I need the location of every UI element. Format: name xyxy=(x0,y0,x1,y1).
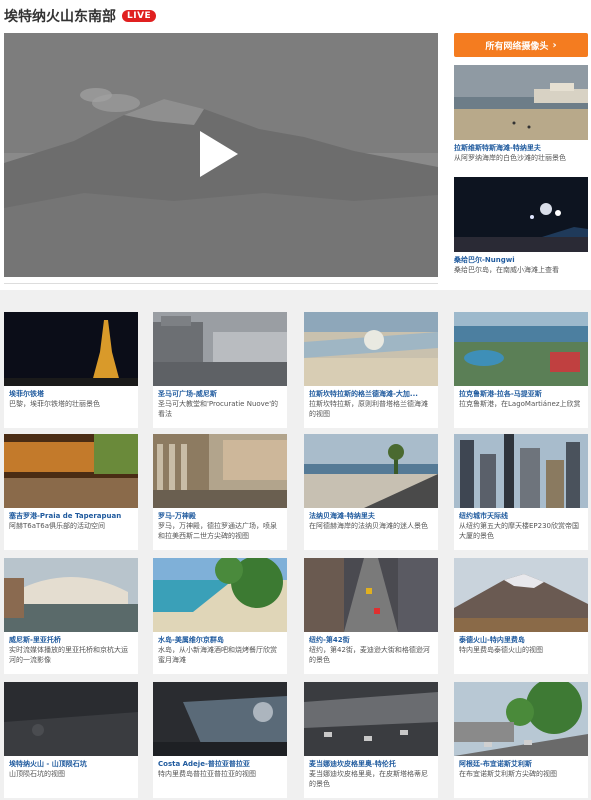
cam-card[interactable]: 阿根廷-布宜诺斯艾利斯 在布宜诺斯艾利斯方尖碑的视图 xyxy=(454,682,588,798)
cam-description: 巴黎，埃菲尔铁塔的壮丽景色 xyxy=(9,400,100,408)
video-player[interactable] xyxy=(4,33,438,277)
live-badge: LIVE xyxy=(122,10,157,22)
cam-description: 水岛，从小新海滩酒吧和烧烤餐厅欣赏蜜月海滩 xyxy=(158,646,277,664)
cam-card[interactable]: Costa Adeje-普拉亚普拉亚 特内里费岛普拉亚普拉亚的视图 xyxy=(153,682,287,798)
cam-description: 桑给巴尔岛，在南威小海滩上查看 xyxy=(454,266,559,274)
cam-thumbnail[interactable] xyxy=(454,434,588,508)
cam-thumbnail[interactable] xyxy=(454,312,588,386)
all-webcams-label: 所有网络摄像头 xyxy=(485,41,549,52)
cam-card[interactable]: 拉斯坎特拉斯的格兰德海滩-大加... 拉斯坎特拉斯，原则利普塔格兰德海滩的视图 xyxy=(304,312,438,428)
cam-thumbnail[interactable] xyxy=(4,434,138,508)
cam-card[interactable]: 麦当娜迪坎皮格里奥-特伦托 麦当娜迪坎皮格里奥，在皮斯塔格蒂尼的景色 xyxy=(304,682,438,798)
cam-card[interactable]: 水岛-美属维尔京群岛 水岛，从小新海滩酒吧和烧烤餐厅欣赏蜜月海滩 xyxy=(153,558,287,674)
cam-card[interactable]: 纽约-第42街 纽约，第42街，麦迪逊大街和格德逊河的景色 xyxy=(304,558,438,674)
all-webcams-button[interactable]: 所有网络摄像头 › xyxy=(454,33,588,57)
cam-description: 圣马可大教堂和'Procuratie Nuove'的看法 xyxy=(158,400,279,418)
cam-description: 从阿罗纳海岸的白色沙滩的壮丽景色 xyxy=(454,154,566,162)
divider xyxy=(4,283,438,284)
cam-name[interactable]: 拉斯维斯特斯海滩-特纳里夫 xyxy=(454,143,588,153)
cam-thumbnail[interactable] xyxy=(4,682,138,756)
cam-thumbnail[interactable] xyxy=(454,65,588,140)
cam-name[interactable]: 纽约城市天际线 xyxy=(454,508,588,521)
cam-name[interactable]: 埃菲尔铁塔 xyxy=(4,386,138,399)
cam-thumbnail[interactable] xyxy=(454,177,588,252)
cam-description: 罗马，万神殿，德拉罗通达广场，喷泉和拉美西斯二世方尖碑的视图 xyxy=(158,522,277,540)
cam-thumbnail[interactable] xyxy=(4,312,138,386)
cam-description: 实时流媒体播放的里亚托桥和京杭大运河的一流影像 xyxy=(9,646,128,664)
cam-thumbnail[interactable] xyxy=(454,558,588,632)
cam-description: 在阿德赫海岸的法纳贝海滩的迷人景色 xyxy=(309,522,428,530)
chevron-right-icon: › xyxy=(552,39,557,51)
cam-name[interactable]: 圣马可广场-威尼斯 xyxy=(153,386,287,399)
cam-description: 在布宜诺斯艾利斯方尖碑的视图 xyxy=(459,770,557,778)
cam-description: 阿赫T6aT6a俱乐部的活动空间 xyxy=(9,522,106,530)
cam-name[interactable]: 塞吉罗港-Praia de Taperapuan xyxy=(4,508,138,521)
cam-description: 特内里费岛普拉亚普拉亚的视图 xyxy=(158,770,256,778)
page-title: 埃特纳火山东南部 xyxy=(4,9,116,25)
play-icon[interactable] xyxy=(200,131,238,177)
cam-description: 山顶陨石坑的视图 xyxy=(9,770,65,778)
sidebar-cam-card[interactable]: 桑给巴尔-Nungwi 桑给巴尔岛，在南威小海滩上查看 xyxy=(454,177,588,275)
cam-name[interactable]: 麦当娜迪坎皮格里奥-特伦托 xyxy=(304,756,438,769)
cam-name[interactable]: 泰德火山-特内里费岛 xyxy=(454,632,588,645)
cam-card[interactable]: 埃菲尔铁塔 巴黎，埃菲尔铁塔的壮丽景色 xyxy=(4,312,138,428)
cam-card[interactable]: 塞吉罗港-Praia de Taperapuan 阿赫T6aT6a俱乐部的活动空… xyxy=(4,434,138,550)
cam-card[interactable]: 威尼斯-里亚托桥 实时流媒体播放的里亚托桥和京杭大运河的一流影像 xyxy=(4,558,138,674)
cam-description: 特内里费岛泰德火山的视图 xyxy=(459,646,543,654)
cam-thumbnail[interactable] xyxy=(304,682,438,756)
cam-name[interactable]: 法纳贝海滩-特纳里夫 xyxy=(304,508,438,521)
cam-thumbnail[interactable] xyxy=(304,434,438,508)
cam-name[interactable]: 威尼斯-里亚托桥 xyxy=(4,632,138,645)
cam-description: 麦当娜迪坎皮格里奥，在皮斯塔格蒂尼的景色 xyxy=(309,770,428,788)
cam-card[interactable]: 法纳贝海滩-特纳里夫 在阿德赫海岸的法纳贝海滩的迷人景色 xyxy=(304,434,438,550)
webcam-grid: 埃菲尔铁塔 巴黎，埃菲尔铁塔的壮丽景色 圣马可广场-威尼斯 圣马可大教堂和'Pr… xyxy=(0,300,591,800)
title-row: 埃特纳火山东南部 LIVE xyxy=(4,6,157,26)
cam-thumbnail[interactable] xyxy=(304,558,438,632)
cam-name[interactable]: 埃特纳火山 - 山顶陨石坑 xyxy=(4,756,138,769)
cam-thumbnail[interactable] xyxy=(153,312,287,386)
cam-card[interactable]: 泰德火山-特内里费岛 特内里费岛泰德火山的视图 xyxy=(454,558,588,674)
cam-name[interactable]: Costa Adeje-普拉亚普拉亚 xyxy=(153,756,287,769)
cam-card[interactable]: 圣马可广场-威尼斯 圣马可大教堂和'Procuratie Nuove'的看法 xyxy=(153,312,287,428)
cam-description: 拉斯坎特拉斯，原则利普塔格兰德海滩的视图 xyxy=(309,400,428,418)
cam-name[interactable]: 桑给巴尔-Nungwi xyxy=(454,255,588,265)
top-section: 埃特纳火山东南部 LIVE 所有网络摄像头 › 拉斯维斯特斯海滩-特纳里夫 从阿… xyxy=(0,0,591,290)
cam-thumbnail[interactable] xyxy=(304,312,438,386)
cam-description: 纽约，第42街，麦迪逊大街和格德逊河的景色 xyxy=(309,646,430,664)
cam-thumbnail[interactable] xyxy=(153,434,287,508)
cam-name[interactable]: 罗马-万神殿 xyxy=(153,508,287,521)
cam-name[interactable]: 水岛-美属维尔京群岛 xyxy=(153,632,287,645)
sidebar-cam-card[interactable]: 拉斯维斯特斯海滩-特纳里夫 从阿罗纳海岸的白色沙滩的壮丽景色 xyxy=(454,65,588,163)
cam-card[interactable]: 拉克鲁斯港-拉各-马提亚斯 拉克鲁斯港，在LagoMartiánez上欣赏 xyxy=(454,312,588,428)
cam-name[interactable]: 纽约-第42街 xyxy=(304,632,438,645)
cam-card[interactable]: 纽约城市天际线 从纽约第五大的摩天楼EP230欣赏帝国大厦的景色 xyxy=(454,434,588,550)
cam-name[interactable]: 阿根廷-布宜诺斯艾利斯 xyxy=(454,756,588,769)
cam-thumbnail[interactable] xyxy=(153,558,287,632)
cam-card[interactable]: 埃特纳火山 - 山顶陨石坑 山顶陨石坑的视图 xyxy=(4,682,138,798)
cam-thumbnail[interactable] xyxy=(4,558,138,632)
cam-description: 拉克鲁斯港，在LagoMartiánez上欣赏 xyxy=(459,400,581,408)
cam-name[interactable]: 拉斯坎特拉斯的格兰德海滩-大加... xyxy=(304,386,438,399)
cam-card[interactable]: 罗马-万神殿 罗马，万神殿，德拉罗通达广场，喷泉和拉美西斯二世方尖碑的视图 xyxy=(153,434,287,550)
cam-thumbnail[interactable] xyxy=(454,682,588,756)
cam-name[interactable]: 拉克鲁斯港-拉各-马提亚斯 xyxy=(454,386,588,399)
cam-thumbnail[interactable] xyxy=(153,682,287,756)
cam-description: 从纽约第五大的摩天楼EP230欣赏帝国大厦的景色 xyxy=(459,522,580,540)
